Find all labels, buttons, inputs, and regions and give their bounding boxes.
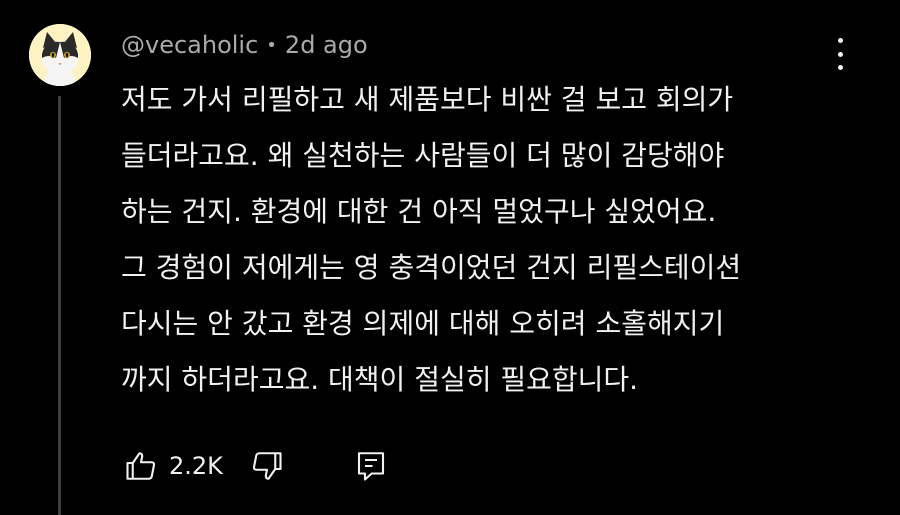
comment: @vecaholic • 2d ago 저도 가서 리필하고 새 제품보다 비싼… [0, 0, 900, 515]
like-count: 2.2K [169, 452, 223, 480]
author-name[interactable]: @vecaholic [121, 31, 258, 59]
separator-dot: • [266, 34, 277, 56]
more-options-button[interactable] [826, 36, 854, 72]
dislike-button[interactable] [247, 446, 287, 486]
thumbs-up-icon [126, 452, 156, 480]
more-vert-icon-dot [837, 51, 843, 57]
thread-line [58, 96, 61, 515]
comment-line: 다시는 안 갔고 환경 의제에 대해 오히려 소홀해지기 [121, 307, 725, 340]
avatar[interactable] [29, 24, 91, 86]
more-vert-icon [837, 38, 843, 43]
thumbs-down-icon [252, 452, 282, 480]
like-button[interactable] [121, 446, 161, 486]
comment-timestamp: 2d ago [284, 31, 368, 59]
comment-line: 하는 건지. 환경에 대한 건 아직 멀었구나 싶었어요. [121, 195, 717, 228]
reply-icon [357, 452, 384, 481]
comment-line: 저도 가서 리필하고 새 제품보다 비싼 걸 보고 회의가 [121, 83, 734, 116]
cat-avatar-icon [29, 24, 91, 86]
more-vert-icon-dot [837, 65, 843, 70]
comment-text: 저도 가서 리필하고 새 제품보다 비싼 걸 보고 회의가 들더라고요. 왜 실… [121, 72, 861, 408]
comment-line: 까지 하더라고요. 대책이 절실히 필요합니다. [121, 363, 639, 396]
comment-line: 들더라고요. 왜 실천하는 사람들이 더 많이 감당해야 [121, 139, 725, 172]
reply-button[interactable] [351, 446, 391, 486]
comment-actions: 2.2K [121, 446, 391, 486]
comment-line: 그 경험이 저에게는 영 충격이었던 건지 리필스테이션 [121, 251, 742, 284]
comment-header: @vecaholic • 2d ago [121, 28, 368, 62]
